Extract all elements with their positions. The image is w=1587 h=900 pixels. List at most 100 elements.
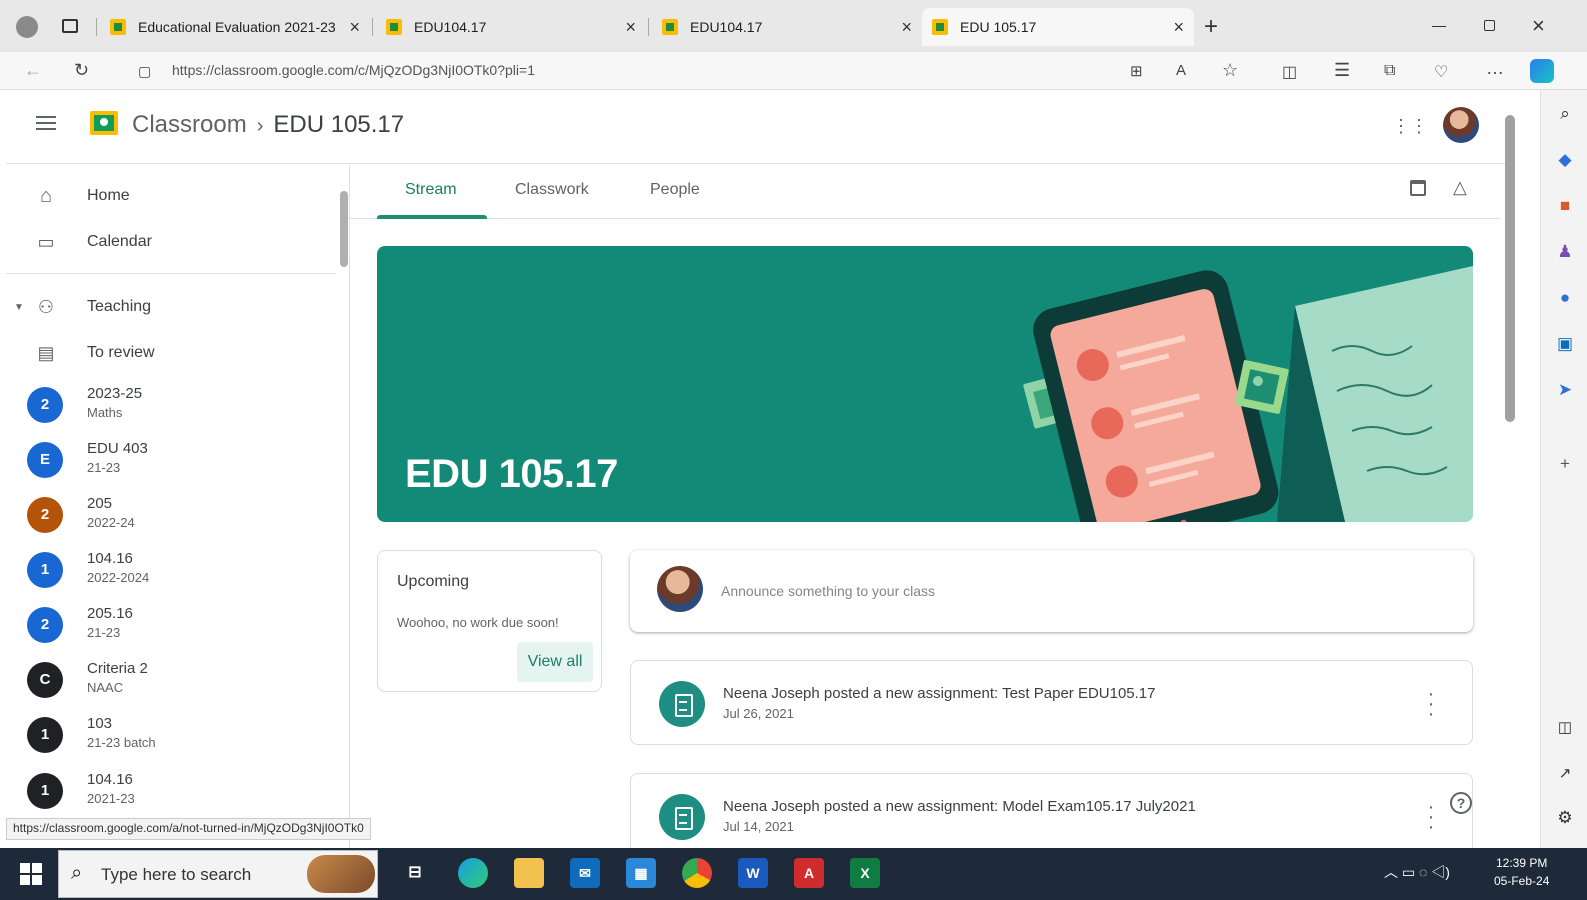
class-name: 2023-25	[87, 385, 143, 402]
tab-people[interactable]: People	[650, 181, 700, 199]
sidebar-toggle-icon[interactable]: ◫	[1555, 718, 1575, 738]
drive-folder-icon[interactable]: △	[1453, 177, 1467, 198]
class-section: 21-23	[87, 625, 121, 640]
open-external-icon[interactable]: ↗	[1555, 764, 1575, 784]
favorites-icon[interactable]: ☰	[1334, 60, 1350, 81]
close-tab-icon[interactable]: ×	[625, 17, 636, 38]
store-icon[interactable]: ▦	[626, 858, 656, 888]
sidebar-class-item[interactable]: 1 104.16 2022-2024	[6, 544, 336, 596]
browser-tab-educational-evaluation[interactable]: Educational Evaluation 2021-23 ×	[100, 8, 370, 46]
games-icon[interactable]: ♟	[1555, 242, 1575, 262]
sidebar-scrollbar[interactable]	[340, 191, 348, 267]
page-scrollbar[interactable]	[1505, 115, 1515, 422]
clock-date: 05-Feb-24	[1494, 874, 1550, 888]
more-options-icon[interactable]: · · ·	[1421, 684, 1441, 724]
sidebar-class-item[interactable]: 1 103 21-23 batch	[6, 709, 336, 761]
close-tab-icon[interactable]: ×	[901, 17, 912, 38]
taskbar-clock[interactable]: 12:39 PM 05-Feb-24	[1494, 854, 1549, 890]
stream-post[interactable]: Neena Joseph posted a new assignment: Mo…	[630, 773, 1473, 858]
tools-icon[interactable]: ■	[1555, 196, 1575, 216]
edge-browser-icon[interactable]	[458, 858, 488, 888]
browser-tab-edu104-a[interactable]: EDU104.17 ×	[376, 8, 646, 46]
close-window-icon[interactable]: ×	[1532, 13, 1545, 39]
sidebar-item-to-review[interactable]: ▤ To review	[6, 333, 336, 373]
post-title: Neena Joseph posted a new assignment: Mo…	[723, 798, 1196, 815]
class-badge: E	[27, 442, 63, 478]
class-section: 2021-23	[87, 791, 135, 806]
breadcrumb: Classroom › EDU 105.17	[132, 111, 404, 139]
browser-tab-edu105[interactable]: EDU 105.17 ×	[922, 8, 1194, 46]
taskbar-search-input[interactable]: ⌕ Type here to search	[58, 850, 378, 898]
post-title: Neena Joseph posted a new assignment: Te…	[723, 685, 1156, 702]
microsoft-365-icon[interactable]: ●	[1555, 288, 1575, 308]
side-navigation: ⌂ Home ▭ Calendar ▼ ⚇ Teaching ▤ To revi…	[6, 165, 350, 848]
chevron-down-icon[interactable]: ▼	[14, 302, 24, 313]
sidebar-item-calendar[interactable]: ▭ Calendar	[6, 222, 336, 262]
sidebar-class-item[interactable]: E EDU 403 21-23	[6, 434, 336, 486]
profile-icon[interactable]	[16, 16, 38, 38]
account-avatar[interactable]	[1443, 107, 1479, 143]
browser-essentials-icon[interactable]: ♡	[1434, 62, 1448, 82]
collections-icon[interactable]: ⧉	[1384, 62, 1395, 80]
sidebar-class-item[interactable]: 2 205 2022-24	[6, 489, 336, 541]
read-aloud-icon[interactable]: A	[1176, 62, 1186, 79]
mail-icon[interactable]: ✉	[570, 858, 600, 888]
new-tab-icon[interactable]: +	[1204, 13, 1218, 41]
send-icon[interactable]: ➤	[1555, 380, 1575, 400]
sidebar-class-item[interactable]: C Criteria 2 NAAC	[6, 654, 336, 706]
more-menu-icon[interactable]: …	[1486, 58, 1504, 79]
sidebar-item-teaching[interactable]: ▼ ⚇ Teaching	[6, 287, 336, 327]
app-name-link[interactable]: Classroom	[132, 111, 247, 138]
stream-post[interactable]: Neena Joseph posted a new assignment: Te…	[630, 660, 1473, 745]
word-icon[interactable]: W	[738, 858, 768, 888]
close-tab-icon[interactable]: ×	[1173, 17, 1184, 38]
copilot-icon[interactable]	[1530, 59, 1554, 83]
windows-start-icon[interactable]	[20, 863, 42, 885]
settings-icon[interactable]: ⚙	[1555, 808, 1575, 828]
task-view-icon[interactable]: ⊟	[400, 858, 430, 888]
app-available-icon[interactable]: ⊞	[1130, 62, 1143, 80]
back-icon[interactable]: ←	[24, 60, 42, 81]
shopping-icon[interactable]: ◆	[1555, 150, 1575, 170]
help-icon[interactable]: ?	[1450, 792, 1472, 814]
sidebar-class-item[interactable]: 2 2023-25 Maths	[6, 379, 336, 431]
restore-icon[interactable]	[1484, 20, 1495, 31]
sidebar-class-item[interactable]: 2 205.16 21-23	[6, 599, 336, 651]
excel-icon[interactable]: X	[850, 858, 880, 888]
tab-classwork[interactable]: Classwork	[515, 181, 589, 199]
minimize-icon[interactable]	[1432, 26, 1446, 27]
clock-time: 12:39 PM	[1496, 856, 1548, 870]
split-screen-icon[interactable]: ◫	[1282, 62, 1297, 82]
favorite-star-icon[interactable]: ☆	[1222, 60, 1238, 81]
url-field[interactable]: https://classroom.google.com/c/MjQzODg3N…	[172, 62, 535, 78]
announce-placeholder[interactable]: Announce something to your class	[721, 583, 935, 599]
tab-actions-icon[interactable]	[62, 19, 78, 33]
search-icon: ⌕	[71, 862, 83, 884]
google-calendar-icon[interactable]	[1410, 180, 1426, 196]
classroom-logo-icon[interactable]	[90, 111, 118, 135]
google-apps-icon[interactable]: ⋮⋮	[1392, 117, 1428, 135]
sidebar-item-home[interactable]: ⌂ Home	[6, 176, 336, 216]
class-badge: 1	[27, 773, 63, 809]
outlook-icon[interactable]: ▣	[1555, 334, 1575, 354]
more-options-icon[interactable]: · · ·	[1421, 797, 1441, 837]
acrobat-icon[interactable]: A	[794, 858, 824, 888]
refresh-icon[interactable]: ↻	[74, 60, 89, 81]
class-name: 104.16	[87, 550, 133, 567]
main-menu-icon[interactable]	[36, 116, 56, 130]
close-tab-icon[interactable]: ×	[349, 17, 360, 38]
classroom-favicon-icon	[386, 19, 402, 35]
classroom-favicon-icon	[932, 19, 948, 35]
search-icon[interactable]: ⌕	[1555, 104, 1575, 124]
home-icon: ⌂	[39, 184, 53, 207]
chrome-icon[interactable]	[682, 858, 712, 888]
sidebar-class-item[interactable]: 1 104.16 2021-23	[6, 765, 336, 817]
class-section: Maths	[87, 405, 123, 420]
view-all-button[interactable]: View all	[517, 642, 593, 682]
announce-box[interactable]: Announce something to your class	[630, 550, 1473, 632]
file-explorer-icon[interactable]	[514, 858, 544, 888]
system-tray-icons[interactable]: ︿ ▭ ◌ ◁)	[1384, 862, 1450, 882]
browser-tab-edu104-b[interactable]: EDU104.17 ×	[652, 8, 922, 46]
add-icon[interactable]: +	[1555, 454, 1575, 474]
tab-stream[interactable]: Stream	[405, 181, 457, 199]
